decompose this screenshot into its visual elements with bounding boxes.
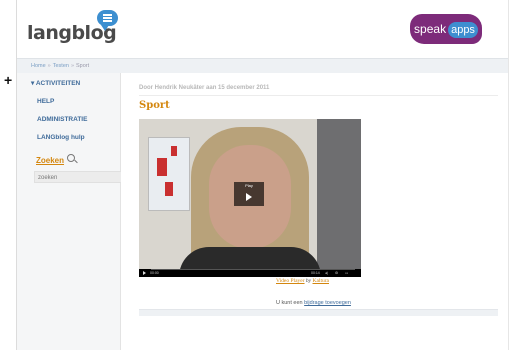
site-header: langblog speak apps bbox=[17, 0, 508, 58]
add-contribution-link[interactable]: bijdrage toevoegen bbox=[304, 300, 351, 306]
search-icon[interactable] bbox=[67, 154, 75, 162]
breadcrumb-separator: » bbox=[70, 63, 75, 69]
time-elapsed: 00:00 bbox=[150, 271, 159, 275]
kaltura-link[interactable]: Kaltura bbox=[313, 278, 330, 284]
speakapps-logo-speak: speak bbox=[414, 22, 447, 36]
play-button[interactable]: Play bbox=[234, 182, 264, 206]
video-frame-map bbox=[148, 137, 190, 211]
player-caption: Video Player by Kaltura bbox=[276, 278, 329, 284]
page-edge bbox=[508, 0, 509, 350]
breadcrumb-testen[interactable]: Testen bbox=[53, 63, 69, 69]
sidebar-item-administratie[interactable]: ADMINISTRATIE bbox=[37, 116, 87, 123]
play-label: Play bbox=[245, 183, 253, 188]
contribute-line: U kunt een bijdrage toevoegen bbox=[276, 300, 351, 306]
contribute-bar bbox=[139, 309, 498, 316]
sidebar-section-label: ACTIVITEITEN bbox=[35, 80, 81, 87]
sidebar: ▾ ACTIVITEITEN HELP ADMINISTRATIE LANGbl… bbox=[17, 73, 122, 350]
main-content: Door Hendrik Neukäter aan 15 december 20… bbox=[121, 73, 508, 350]
control-play-icon[interactable] bbox=[143, 271, 146, 275]
time-total: 00:14 bbox=[311, 271, 320, 275]
breadcrumb: Home» Testen» Sport bbox=[17, 58, 508, 74]
breadcrumb-home[interactable]: Home bbox=[31, 63, 46, 69]
video-player[interactable]: Play 00:00 00:14 ◂) ⚙ ▭ bbox=[139, 119, 361, 277]
cursor-crosshair-icon: + bbox=[4, 72, 13, 88]
search-title[interactable]: Zoeken bbox=[36, 156, 64, 165]
caption-by: by bbox=[305, 278, 312, 284]
post-title[interactable]: Sport bbox=[139, 100, 170, 111]
video-progress-bar[interactable] bbox=[151, 269, 355, 270]
search-input[interactable]: zoeken bbox=[34, 171, 122, 183]
breadcrumb-current: Sport bbox=[76, 63, 90, 69]
sidebar-item-help[interactable]: HELP bbox=[37, 98, 54, 105]
sidebar-section-activiteiten[interactable]: ▾ ACTIVITEITEN bbox=[31, 79, 80, 87]
contribute-text: U kunt een bbox=[276, 300, 303, 306]
settings-icon[interactable]: ⚙ bbox=[335, 271, 338, 275]
post-meta: Door Hendrik Neukäter aan 15 december 20… bbox=[139, 85, 270, 91]
sidebar-item-langblog-hulp[interactable]: LANGblog hulp bbox=[37, 134, 85, 141]
divider bbox=[139, 95, 498, 96]
breadcrumb-separator: » bbox=[47, 63, 51, 69]
speakapps-logo[interactable]: speak apps bbox=[410, 14, 482, 44]
volume-icon[interactable]: ◂) bbox=[325, 271, 328, 275]
speakapps-logo-apps: apps bbox=[448, 22, 478, 38]
speech-bubble-icon bbox=[97, 10, 118, 31]
fullscreen-icon[interactable]: ▭ bbox=[345, 271, 348, 275]
video-controls: 00:00 00:14 ◂) ⚙ ▭ bbox=[139, 269, 361, 277]
play-icon bbox=[246, 193, 252, 201]
video-player-link[interactable]: Video Player bbox=[276, 278, 305, 284]
video-frame-background bbox=[317, 119, 361, 269]
